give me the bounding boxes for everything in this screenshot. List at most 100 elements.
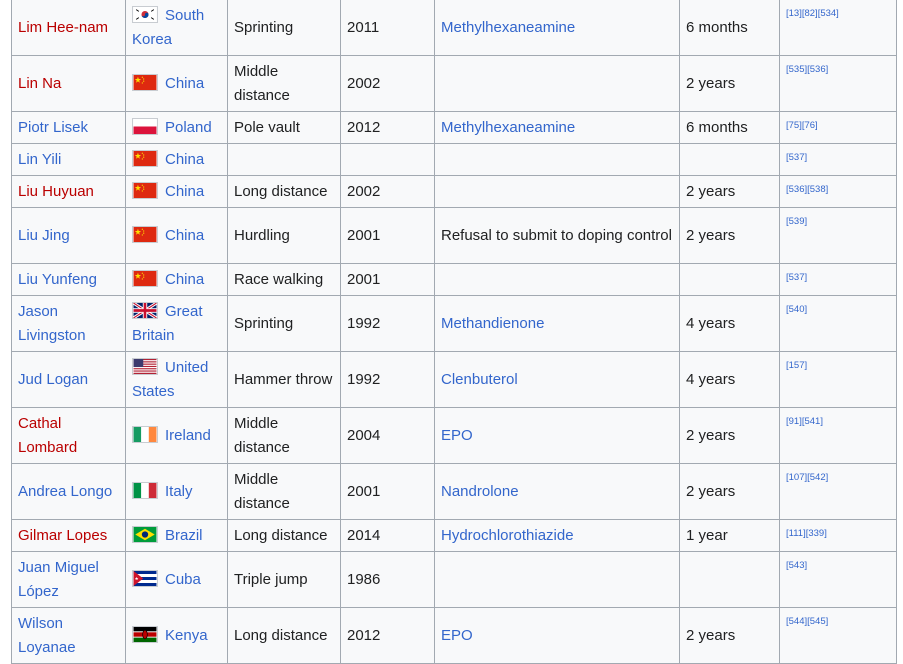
reference-cell: [540] xyxy=(779,295,897,352)
substance-link[interactable]: Methylhexaneamine xyxy=(441,119,575,136)
reference-link[interactable]: [537] xyxy=(786,152,807,163)
athlete-name-link[interactable]: Lin Na xyxy=(18,75,61,92)
table-row: Piotr Lisek Poland Pole vault 2012 Methylhex… xyxy=(11,111,897,144)
ban-length-cell: 2 years xyxy=(679,55,780,112)
substance-link[interactable]: Nandrolone xyxy=(441,483,519,500)
athlete-name-link[interactable]: Cathal Lombard xyxy=(18,415,77,456)
reference-cell: [13][82][534] xyxy=(779,0,897,56)
country-link[interactable]: Cuba xyxy=(165,571,201,588)
country-cell: Italy xyxy=(125,463,228,520)
year-cell: 1992 xyxy=(340,295,435,352)
reference-cell: [75][76] xyxy=(779,111,897,144)
country-link[interactable]: Kenya xyxy=(165,627,208,644)
substance-cell xyxy=(434,263,680,296)
country-cell: Cuba xyxy=(125,551,228,608)
athlete-name-cell: Andrea Longo xyxy=(11,463,126,520)
reference-link[interactable]: [107][542] xyxy=(786,472,828,483)
country-link[interactable]: China xyxy=(165,271,204,288)
substance-link[interactable]: Methandienone xyxy=(441,315,544,332)
table-row: Liu Yunfeng China Race walking 2001 [537] xyxy=(11,263,897,296)
athlete-name-cell: Liu Jing xyxy=(11,207,126,264)
china-flag-icon xyxy=(132,73,158,91)
table-row: Jason Livingston Great Britain Sprinting 19… xyxy=(11,295,897,352)
country-cell: China xyxy=(125,55,228,112)
reference-cell: [91][541] xyxy=(779,407,897,464)
athlete-name-cell: Lin Yili xyxy=(11,143,126,176)
country-cell: Poland xyxy=(125,111,228,144)
china-flag-icon xyxy=(132,269,158,287)
reference-link[interactable]: [536][538] xyxy=(786,184,828,195)
event-cell: Sprinting xyxy=(227,295,341,352)
country-link[interactable]: Ireland xyxy=(165,427,211,444)
athlete-name-link[interactable]: Lin Yili xyxy=(18,151,61,168)
athlete-name-link[interactable]: Gilmar Lopes xyxy=(18,527,107,544)
athlete-name-cell: Jud Logan xyxy=(11,351,126,408)
substance-link[interactable]: Methylhexaneamine xyxy=(441,19,575,36)
athlete-name-link[interactable]: Piotr Lisek xyxy=(18,119,88,136)
athlete-name-cell: Liu Yunfeng xyxy=(11,263,126,296)
united-states-flag-icon xyxy=(132,357,158,375)
cuba-flag-icon xyxy=(132,569,158,587)
ireland-flag-icon xyxy=(132,425,158,443)
south-korea-flag-icon xyxy=(132,5,158,23)
ban-length-cell: 6 months xyxy=(679,0,780,56)
china-flag-icon xyxy=(132,225,158,243)
athlete-name-link[interactable]: Juan Miguel López xyxy=(18,559,99,600)
athlete-name-link[interactable]: Jud Logan xyxy=(18,371,88,388)
country-link[interactable]: China xyxy=(165,151,204,168)
substance-link[interactable]: EPO xyxy=(441,427,473,444)
athlete-name-link[interactable]: Liu Jing xyxy=(18,227,70,244)
substance-link[interactable]: EPO xyxy=(441,627,473,644)
reference-link[interactable]: [13][82][534] xyxy=(786,8,839,19)
year-cell: 2014 xyxy=(340,519,435,552)
substance-cell xyxy=(434,551,680,608)
doping-cases-table: Lim Hee-nam South Korea Sprinting 2011 Methy… xyxy=(11,0,897,664)
table-body: Lim Hee-nam South Korea Sprinting 2011 Methy… xyxy=(11,0,897,664)
great-britain-flag-icon xyxy=(132,301,158,319)
reference-link[interactable]: [111][339] xyxy=(786,528,827,539)
reference-link[interactable]: [537] xyxy=(786,272,807,283)
substance-text: Refusal to submit to doping control xyxy=(441,226,672,244)
athlete-name-link[interactable]: Jason Livingston xyxy=(18,303,86,344)
athlete-name-link[interactable]: Liu Huyuan xyxy=(18,183,94,200)
ban-length-cell: 1 year xyxy=(679,519,780,552)
reference-link[interactable]: [539] xyxy=(786,216,807,227)
substance-cell: EPO xyxy=(434,607,680,664)
athlete-name-link[interactable]: Wilson Loyanae xyxy=(18,615,76,656)
substance-link[interactable]: Hydrochlorothiazide xyxy=(441,527,574,544)
athlete-name-cell: Jason Livingston xyxy=(11,295,126,352)
ban-length-cell: 2 years xyxy=(679,407,780,464)
athlete-name-link[interactable]: Andrea Longo xyxy=(18,483,112,500)
country-link[interactable]: Italy xyxy=(165,483,193,500)
country-link[interactable]: China xyxy=(165,75,204,92)
substance-cell: EPO xyxy=(434,407,680,464)
athlete-name-link[interactable]: Lim Hee-nam xyxy=(18,19,108,36)
ban-length-cell: 2 years xyxy=(679,463,780,520)
reference-link[interactable]: [543] xyxy=(786,560,807,571)
china-flag-icon xyxy=(132,181,158,199)
reference-link[interactable]: [91][541] xyxy=(786,416,823,427)
reference-link[interactable]: [544][545] xyxy=(786,616,828,627)
country-cell: South Korea xyxy=(125,0,228,56)
athlete-name-link[interactable]: Liu Yunfeng xyxy=(18,271,97,288)
country-link[interactable]: China xyxy=(165,227,204,244)
reference-cell: [536][538] xyxy=(779,175,897,208)
reference-cell: [543] xyxy=(779,551,897,608)
country-cell: Kenya xyxy=(125,607,228,664)
reference-link[interactable]: [75][76] xyxy=(786,120,818,131)
country-link[interactable]: Brazil xyxy=(165,527,203,544)
ban-length-cell: 2 years xyxy=(679,175,780,208)
table-row: Lin Na China Middle distance 2002 2 years [53… xyxy=(11,55,897,112)
substance-link[interactable]: Clenbuterol xyxy=(441,371,518,388)
athlete-name-cell: Cathal Lombard xyxy=(11,407,126,464)
country-link[interactable]: China xyxy=(165,183,204,200)
country-cell: China xyxy=(125,207,228,264)
substance-cell xyxy=(434,143,680,176)
year-cell xyxy=(340,143,435,176)
reference-link[interactable]: [535][536] xyxy=(786,64,828,75)
reference-link[interactable]: [157] xyxy=(786,360,807,371)
year-cell: 2004 xyxy=(340,407,435,464)
event-cell xyxy=(227,143,341,176)
reference-link[interactable]: [540] xyxy=(786,304,807,315)
country-link[interactable]: Poland xyxy=(165,119,212,136)
